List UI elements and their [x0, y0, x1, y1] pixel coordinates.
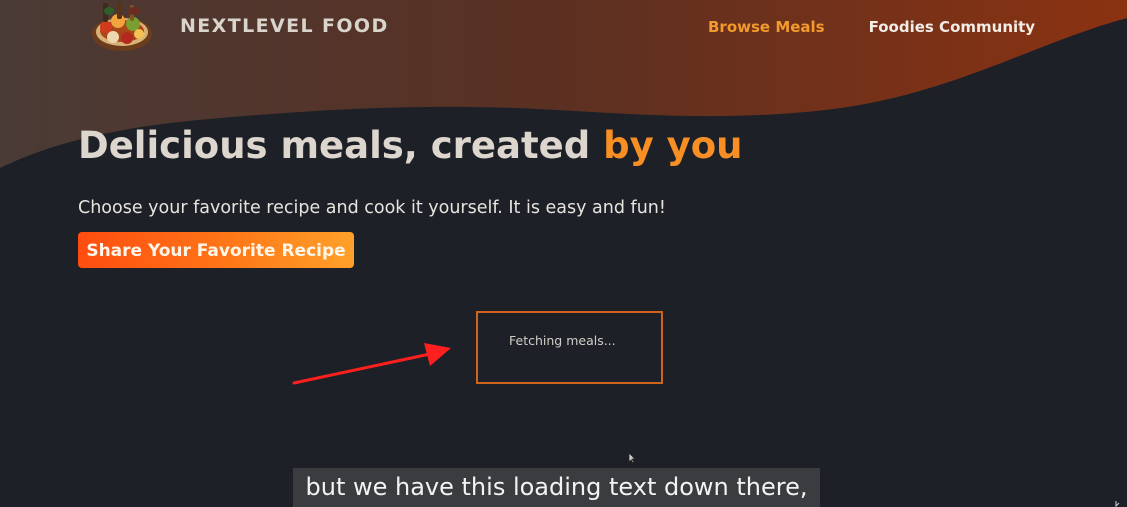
small-corner-mark-icon [1115, 501, 1120, 507]
hero-title-accent: by you [603, 124, 743, 167]
nav-foodies-community[interactable]: Foodies Community [869, 15, 1035, 39]
nav-browse-meals[interactable]: Browse Meals [708, 15, 825, 39]
hero-title: Delicious meals, created by you [78, 121, 742, 171]
food-platter-icon [92, 2, 152, 51]
loading-message-box: Fetching meals... [476, 311, 663, 384]
site-header: NEXTLEVEL FOOD Browse Meals Foodies Comm… [0, 0, 1127, 56]
main-navigation: Browse Meals Foodies Community [708, 15, 1035, 39]
mouse-pointer-icon [628, 452, 636, 464]
site-logo-text: NEXTLEVEL FOOD [180, 15, 389, 37]
video-caption: but we have this loading text down there… [293, 468, 820, 507]
hero-subtitle: Choose your favorite recipe and cook it … [78, 198, 666, 218]
hero-title-main: Delicious meals, created [78, 124, 604, 167]
loading-text: Fetching meals... [509, 333, 616, 348]
logo-link[interactable]: NEXTLEVEL FOOD [88, 0, 408, 54]
share-recipe-button[interactable]: Share Your Favorite Recipe [78, 232, 354, 268]
